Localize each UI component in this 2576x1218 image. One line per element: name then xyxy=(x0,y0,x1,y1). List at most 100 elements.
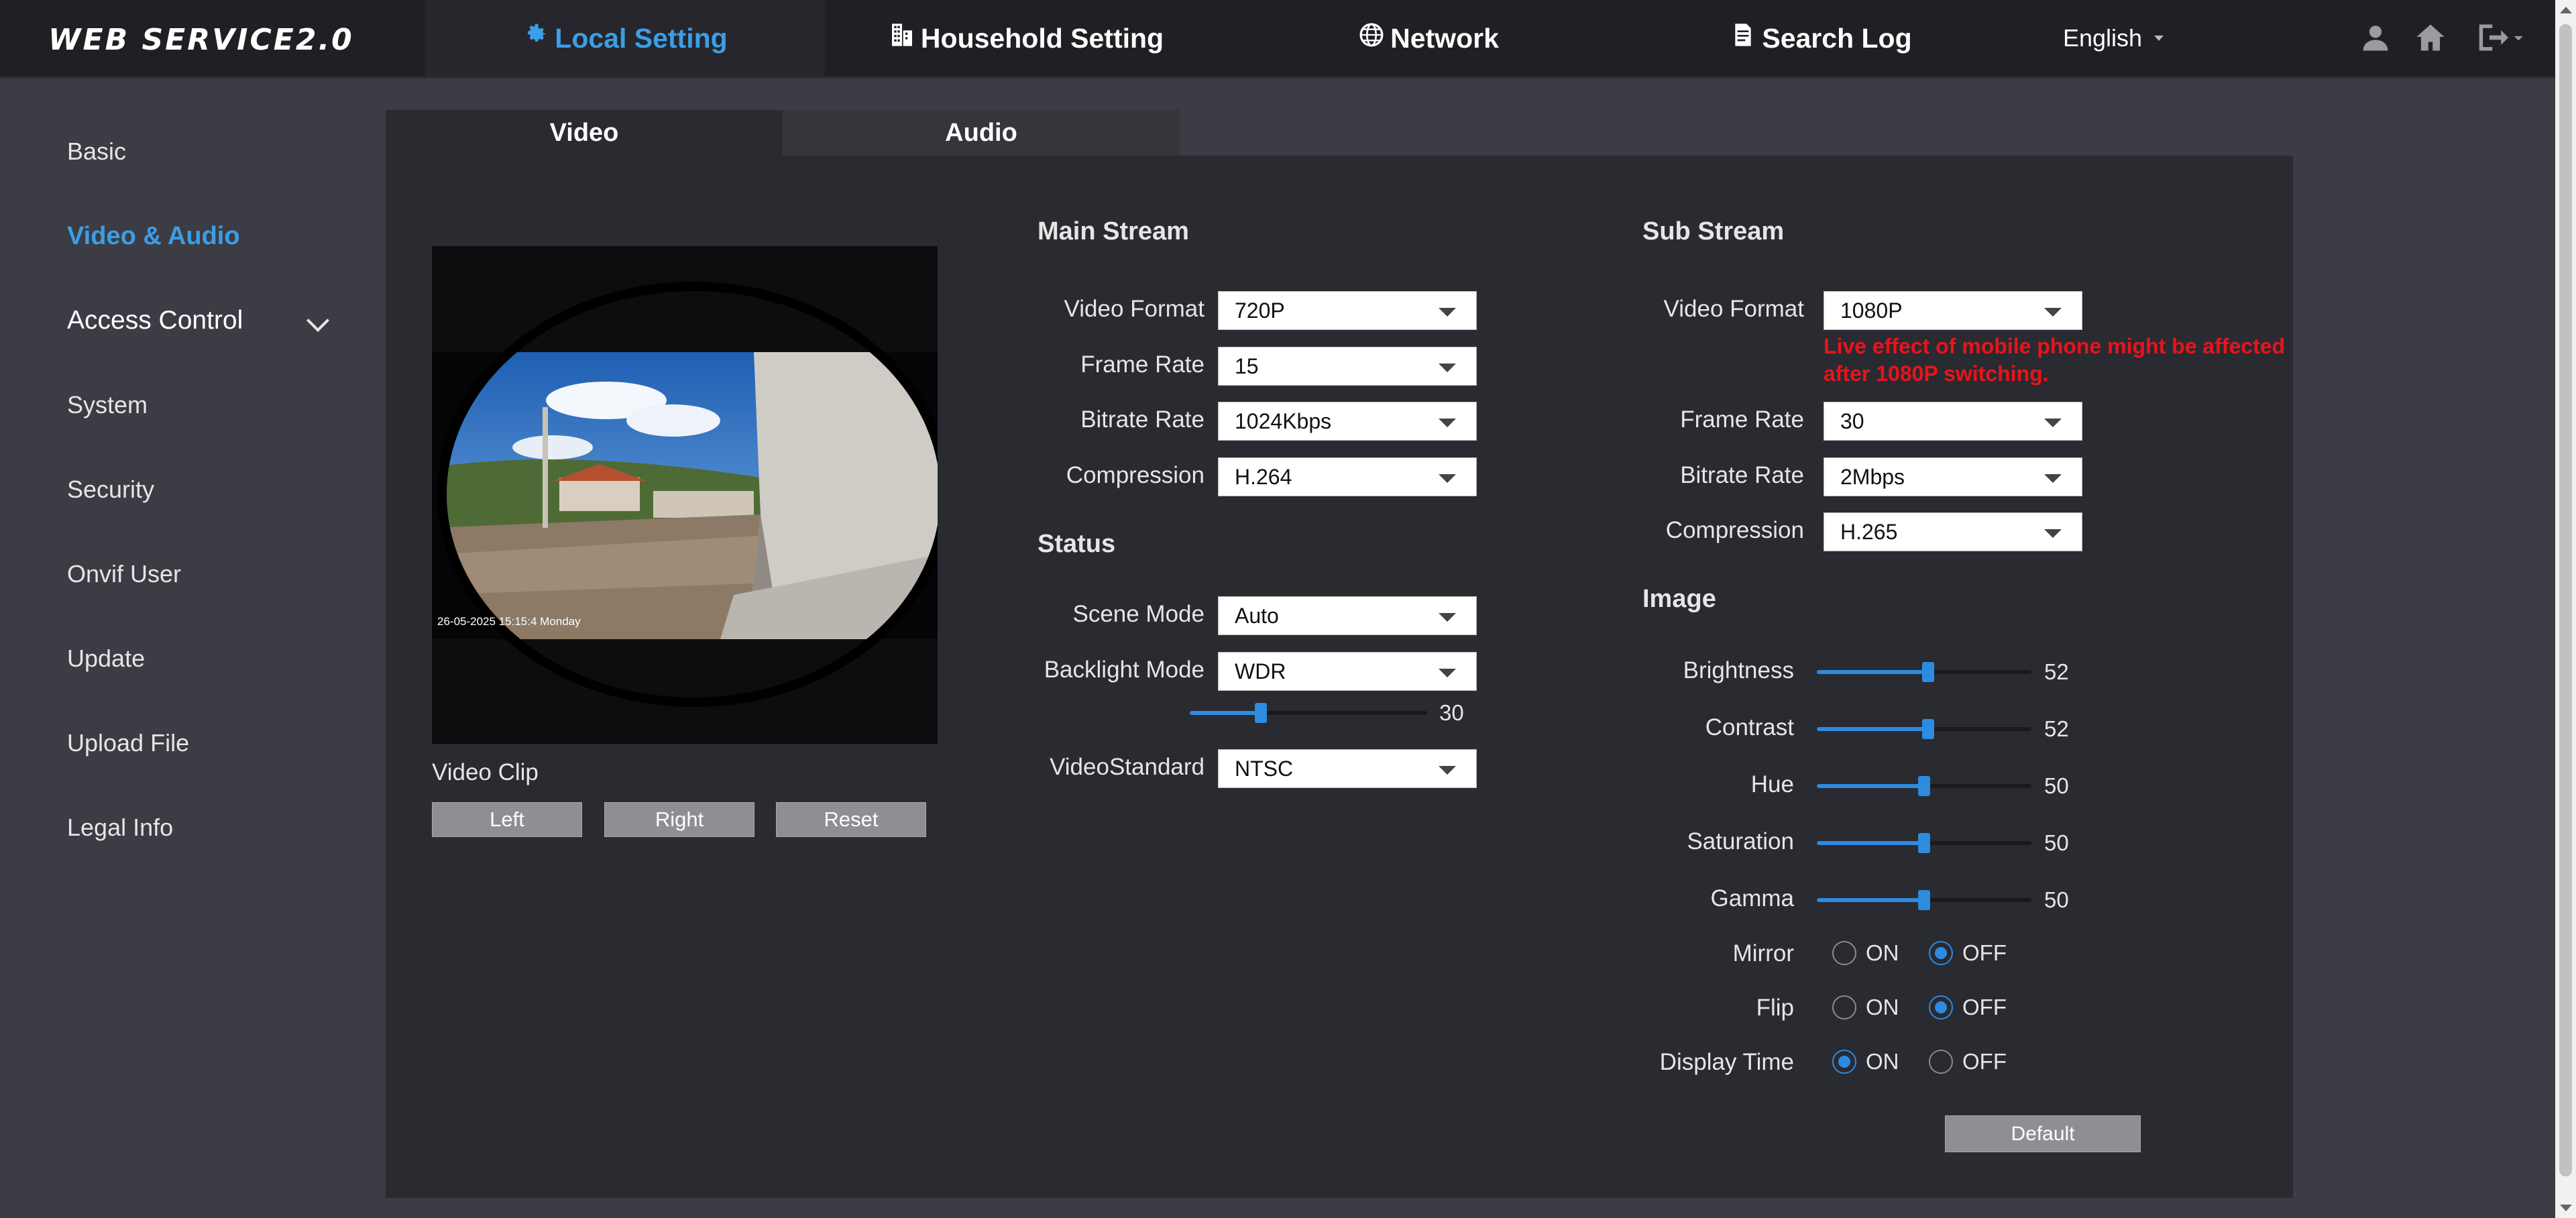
status-title: Status xyxy=(1038,530,1116,558)
sidebar-item-onvif-user[interactable]: Onvif User xyxy=(67,560,181,588)
contrast-slider[interactable] xyxy=(1817,719,2031,739)
hue-label: Hue xyxy=(1750,771,1794,797)
main-bitrate-select[interactable]: 1024Kbps xyxy=(1218,402,1477,441)
video-standard-value: NTSC xyxy=(1235,756,1294,781)
flip-off-radio[interactable] xyxy=(1929,995,1953,1019)
gear-icon xyxy=(522,21,549,55)
nav-household-setting-label: Household Setting xyxy=(920,22,1164,54)
flip-off-label: OFF xyxy=(1962,995,2007,1019)
main-frame-rate-select[interactable]: 15 xyxy=(1218,347,1477,386)
default-button[interactable]: Default xyxy=(1945,1115,2141,1152)
nav-network[interactable]: Network xyxy=(1227,0,1630,76)
mirror-label: Mirror xyxy=(1732,940,1794,966)
slider-thumb[interactable] xyxy=(1922,662,1935,682)
display-time-on-label: ON xyxy=(1866,1049,1899,1074)
scroll-down-arrow-icon[interactable] xyxy=(2560,1205,2572,1211)
dropdown-arrow-icon xyxy=(2044,419,2062,427)
main-compression-select[interactable]: H.264 xyxy=(1218,457,1477,496)
slider-thumb[interactable] xyxy=(1918,776,1930,796)
sub-bitrate-label: Bitrate Rate xyxy=(1680,462,1804,488)
saturation-label: Saturation xyxy=(1687,828,1794,854)
mirror-on-label: ON xyxy=(1866,940,1899,965)
scroll-up-arrow-icon[interactable] xyxy=(2560,7,2572,13)
main-frame-rate-value: 15 xyxy=(1235,353,1259,378)
slider-thumb[interactable] xyxy=(1918,833,1930,853)
flip-on-radio[interactable] xyxy=(1832,995,1856,1019)
scrollbar-thumb[interactable] xyxy=(2559,24,2572,1176)
slider-thumb[interactable] xyxy=(1255,703,1268,723)
tab-audio[interactable]: Audio xyxy=(783,110,1180,156)
sidebar-item-video-audio[interactable]: Video & Audio xyxy=(67,222,240,251)
dropdown-arrow-icon xyxy=(1439,419,1456,427)
top-navigation-bar: WEB SERVICE2.0 Local Setting Household S… xyxy=(0,0,2555,78)
dropdown-arrow-icon xyxy=(1439,474,1456,483)
flip-label: Flip xyxy=(1756,995,1794,1021)
main-frame-rate-label: Frame Rate xyxy=(1080,351,1205,378)
vertical-scrollbar[interactable] xyxy=(2555,0,2576,1218)
video-clip-label: Video Clip xyxy=(432,759,539,785)
user-icon[interactable] xyxy=(2358,20,2393,55)
backlight-level-slider[interactable] xyxy=(1190,703,1427,723)
mirror-off-radio[interactable] xyxy=(1929,941,1953,965)
nav-household-setting[interactable]: Household Setting xyxy=(825,0,1227,76)
scene-mode-label: Scene Mode xyxy=(1072,601,1205,627)
sidebar-item-access-control[interactable]: Access Control xyxy=(67,306,243,335)
sidebar-item-legal-info[interactable]: Legal Info xyxy=(67,814,173,842)
backlight-mode-select[interactable]: WDR xyxy=(1218,652,1477,691)
hue-slider[interactable] xyxy=(1817,776,2031,796)
slider-thumb[interactable] xyxy=(1918,890,1930,910)
saturation-value: 50 xyxy=(2044,830,2069,855)
gamma-slider[interactable] xyxy=(1817,890,2031,910)
logout-icon[interactable] xyxy=(2475,20,2523,55)
display-time-off-radio[interactable] xyxy=(1929,1050,1953,1074)
nav-network-label: Network xyxy=(1390,22,1499,54)
flip-on-label: ON xyxy=(1866,995,1899,1019)
video-standard-select[interactable]: NTSC xyxy=(1218,749,1477,788)
main-bitrate-label: Bitrate Rate xyxy=(1080,406,1205,433)
clip-left-button[interactable]: Left xyxy=(432,802,582,837)
sidebar-item-system[interactable]: System xyxy=(67,391,148,419)
sidebar-item-security[interactable]: Security xyxy=(67,476,154,504)
nav-search-log[interactable]: Search Log xyxy=(1630,0,2012,76)
chevron-down-icon[interactable] xyxy=(306,309,329,332)
display-time-off-label: OFF xyxy=(1962,1049,2007,1074)
video-preview: 26-05-2025 15:15:4 Monday xyxy=(432,246,938,744)
brightness-slider[interactable] xyxy=(1817,662,2031,682)
preview-timestamp: 26-05-2025 15:15:4 Monday xyxy=(437,615,581,628)
sub-frame-rate-select[interactable]: 30 xyxy=(1824,402,2082,441)
main-compression-label: Compression xyxy=(1066,462,1205,488)
camera-preview-image xyxy=(432,282,938,707)
sidebar-item-upload-file[interactable]: Upload File xyxy=(67,729,189,757)
sub-compression-value: H.265 xyxy=(1840,519,1898,544)
sidebar-item-update[interactable]: Update xyxy=(67,645,145,673)
language-select[interactable]: English xyxy=(2063,0,2164,76)
building-icon xyxy=(889,21,915,55)
clip-right-button[interactable]: Right xyxy=(604,802,754,837)
tab-video[interactable]: Video xyxy=(386,110,783,156)
video-standard-label: VideoStandard xyxy=(1050,754,1205,780)
app-logo: WEB SERVICE2.0 xyxy=(48,23,354,57)
nav-local-setting[interactable]: Local Setting xyxy=(425,0,825,76)
mirror-on-radio[interactable] xyxy=(1832,941,1856,965)
sub-video-format-select[interactable]: 1080P xyxy=(1824,291,2082,330)
gamma-value: 50 xyxy=(2044,887,2069,912)
backlight-mode-value: WDR xyxy=(1235,659,1286,683)
saturation-slider[interactable] xyxy=(1817,833,2031,853)
scene-mode-select[interactable]: Auto xyxy=(1218,596,1477,635)
sidebar-item-basic[interactable]: Basic xyxy=(67,137,126,166)
clip-reset-button[interactable]: Reset xyxy=(776,802,926,837)
main-video-format-select[interactable]: 720P xyxy=(1218,291,1477,330)
sub-compression-select[interactable]: H.265 xyxy=(1824,512,2082,551)
sub-bitrate-value: 2Mbps xyxy=(1840,464,1905,489)
display-time-on-radio[interactable] xyxy=(1832,1050,1856,1074)
document-icon xyxy=(1730,21,1756,55)
display-time-label: Display Time xyxy=(1659,1049,1794,1075)
mirror-off-label: OFF xyxy=(1962,940,2007,965)
slider-thumb[interactable] xyxy=(1922,719,1935,739)
main-video-format-value: 720P xyxy=(1235,298,1285,323)
dropdown-arrow-icon xyxy=(1439,766,1456,775)
hue-value: 50 xyxy=(2044,773,2069,798)
home-icon[interactable] xyxy=(2413,20,2448,55)
sub-bitrate-select[interactable]: 2Mbps xyxy=(1824,457,2082,496)
resolution-warning-text: Live effect of mobile phone might be aff… xyxy=(1824,334,2286,386)
